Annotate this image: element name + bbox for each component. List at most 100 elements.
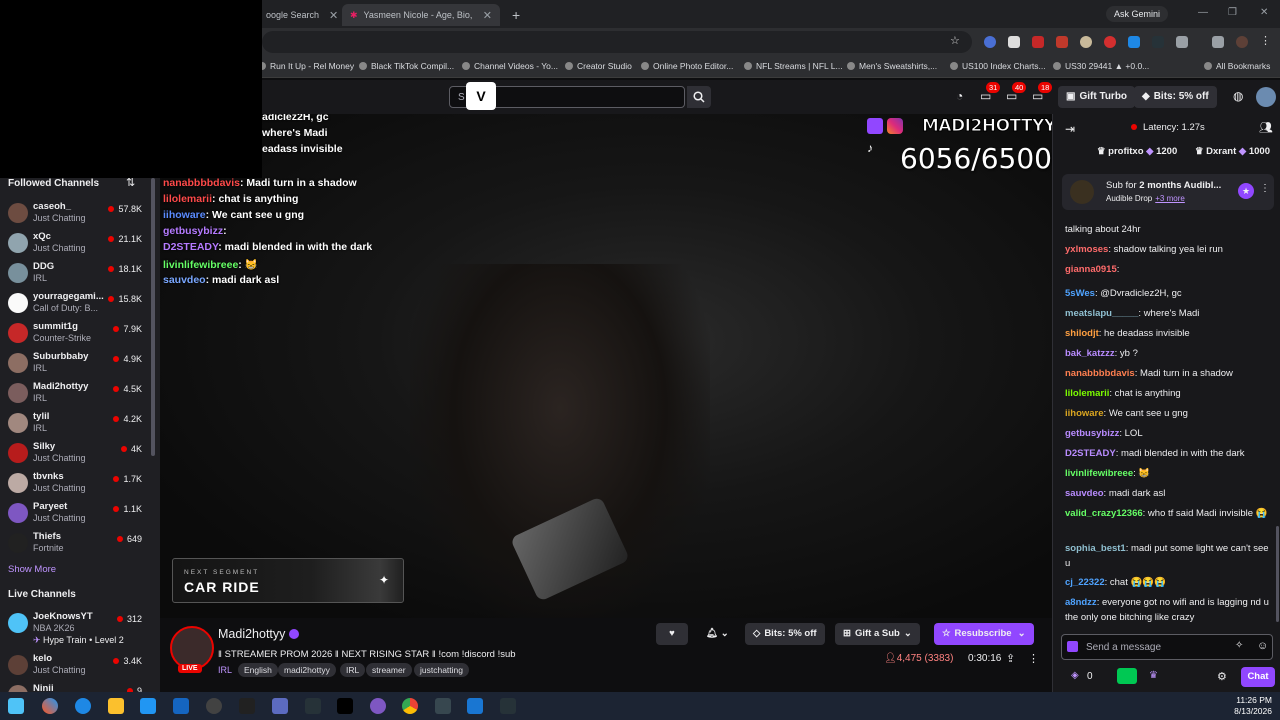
mail-icon[interactable] bbox=[173, 698, 189, 714]
chat-message[interactable]: sauvdeo: madi dark asl bbox=[1065, 486, 1275, 501]
store-icon[interactable] bbox=[140, 698, 156, 714]
chat-username[interactable]: valid_crazy12366 bbox=[1065, 508, 1143, 519]
sidebar-item-thiefs[interactable]: Thiefs Fortnite 649 bbox=[0, 528, 152, 558]
streamer-name[interactable]: Madi2hottyy bbox=[218, 627, 300, 641]
chrome-icon[interactable] bbox=[402, 698, 418, 714]
close-icon[interactable]: ✕ bbox=[329, 9, 338, 22]
sidebar-item-madi2hottyy[interactable]: Madi2hottyy IRL 4.5K bbox=[0, 378, 152, 408]
chat-username[interactable]: a8ndzz bbox=[1065, 597, 1097, 608]
edge-icon[interactable] bbox=[75, 698, 91, 714]
chat-message[interactable]: a8ndzz: everyone got no wifi and is lagg… bbox=[1065, 595, 1275, 625]
chat-username[interactable]: cj_22322 bbox=[1065, 577, 1105, 588]
tab-google-search[interactable]: oogle Search ✕ bbox=[258, 4, 340, 26]
chat-message[interactable]: nanabbbbdavis: Madi turn in a shadow bbox=[1065, 366, 1275, 381]
chat-message[interactable]: iihoware: We cant see u gng bbox=[1065, 406, 1275, 421]
bookmark-item[interactable]: Creator Studio bbox=[565, 61, 632, 71]
app-icon[interactable] bbox=[435, 698, 451, 714]
chat-username[interactable]: nanabbbbdavis bbox=[1065, 368, 1135, 379]
chat-message[interactable]: talking about 24hr bbox=[1065, 222, 1275, 237]
chat-message[interactable]: sophia_best1: madi put some light we can… bbox=[1065, 541, 1275, 571]
leaderboard-entry[interactable]: ♛ Dxrant ◆ 1000 bbox=[1195, 146, 1270, 157]
puzzle-icon[interactable] bbox=[1176, 36, 1188, 48]
menu-icon[interactable] bbox=[1212, 36, 1224, 48]
prime-loot-icon[interactable]: ◔ bbox=[956, 89, 963, 103]
notifications-icon[interactable]: ▭ 31 bbox=[980, 82, 1001, 103]
chat-username[interactable]: meatslapu_____ bbox=[1065, 308, 1138, 319]
chat-message[interactable]: bak_katzzz: yb ? bbox=[1065, 346, 1275, 361]
bits-button[interactable]: ◆ Bits: 5% off bbox=[1134, 86, 1217, 108]
chat-message[interactable]: livinlifewibreee: 😸 bbox=[1065, 466, 1275, 481]
chat-message[interactable]: meatslapu_____: where's Madi bbox=[1065, 306, 1275, 321]
epic-games-icon[interactable] bbox=[239, 698, 255, 714]
chat-username[interactable]: yxlmoses bbox=[1065, 244, 1108, 255]
chat-message[interactable]: valid_crazy12366: who tf said Madi invis… bbox=[1065, 506, 1275, 521]
system-clock[interactable]: 11:26 PM 8/13/2026 bbox=[1234, 695, 1272, 717]
chat-username[interactable]: livinlifewibreee bbox=[1065, 468, 1133, 479]
bookmark-item[interactable]: Online Photo Editor... bbox=[641, 61, 733, 71]
chat-username[interactable]: gianna0915 bbox=[1065, 264, 1117, 275]
leaderboard-entry[interactable]: ♛ profitxo ◆ 1200 bbox=[1097, 146, 1177, 157]
sidebar-item-silky[interactable]: Silky Just Chatting 4K bbox=[0, 438, 152, 468]
video-player[interactable]: adicIez2H, gc where's Madi eadass invisibl… bbox=[160, 114, 1052, 618]
copilot-icon[interactable] bbox=[42, 698, 58, 714]
sidebar-item-suburbbaby[interactable]: Suburbbaby IRL 4.9K bbox=[0, 348, 152, 378]
chat-message[interactable]: 5sWes: @Dvradiclez2H, gc bbox=[1065, 286, 1275, 301]
bookmark-item[interactable]: NFL Streams | NFL L... bbox=[744, 61, 843, 71]
audible-drop-card[interactable]: Sub for 2 months Audibl... Audible Drop +… bbox=[1062, 174, 1274, 210]
sidebar-item-caseoh-[interactable]: caseoh_ Just Chatting 57.8K bbox=[0, 198, 152, 228]
sidebar-item-kelo[interactable]: kelo Just Chatting 3.4K bbox=[0, 650, 152, 680]
chat-message[interactable]: D2STEADY: madi blended in with the dark bbox=[1065, 446, 1275, 461]
inbox-icon[interactable]: ▭ 40 bbox=[1006, 82, 1027, 103]
sidebar-item-joeknowsyt[interactable]: JoeKnowsYT NBA 2K26 312 ✈ Hype Train • Leve… bbox=[0, 608, 152, 648]
chat-message[interactable]: getbusybizz: LOL bbox=[1065, 426, 1275, 441]
stream-tag[interactable]: madi2hottyy bbox=[278, 663, 336, 677]
bookmark-item[interactable]: Run It Up - Rel Money bbox=[258, 61, 354, 71]
notification-bell-button[interactable]: 🔔︎ ⌄ bbox=[698, 623, 737, 645]
chat-send-button[interactable]: Chat bbox=[1241, 667, 1275, 687]
minimize-icon[interactable]: — bbox=[1198, 7, 1208, 18]
extension-icon[interactable] bbox=[1008, 36, 1020, 48]
tiktok-app-icon[interactable] bbox=[337, 698, 353, 714]
stream-tag[interactable]: IRL bbox=[340, 663, 366, 677]
user-avatar[interactable] bbox=[1256, 87, 1276, 107]
show-more-link[interactable]: Show More bbox=[8, 564, 56, 575]
chat-username[interactable]: shilodjt bbox=[1065, 328, 1099, 339]
bits-offer-button[interactable]: ◇ Bits: 5% off bbox=[745, 623, 825, 645]
chat-badge-icon[interactable] bbox=[1067, 641, 1078, 652]
extension-icon[interactable] bbox=[1032, 36, 1044, 48]
status-icon[interactable]: ◍ bbox=[1233, 89, 1243, 103]
bookmark-item[interactable]: US30 29441 ▲ +0.0... bbox=[1053, 61, 1149, 71]
close-icon[interactable]: ✕ bbox=[483, 9, 492, 22]
extension-icon[interactable] bbox=[1080, 36, 1092, 48]
restore-icon[interactable]: ❐ bbox=[1228, 7, 1237, 18]
users-icon[interactable]: 👥︎ bbox=[1259, 121, 1273, 134]
chat-username[interactable]: sophia_best1 bbox=[1065, 543, 1126, 554]
stream-tag[interactable]: justchatting bbox=[414, 663, 469, 677]
chat-message[interactable]: cj_22322: chat 😭😭😭 bbox=[1065, 575, 1275, 590]
app-icon[interactable] bbox=[370, 698, 386, 714]
kebab-menu-icon[interactable]: ⋮ bbox=[1260, 34, 1272, 47]
more-options-icon[interactable]: ⋮ bbox=[1028, 652, 1039, 665]
bookmark-item[interactable]: US100 Index Charts... bbox=[950, 61, 1046, 71]
chat-message[interactable]: shilodjt: he deadass invisible bbox=[1065, 326, 1275, 341]
file-explorer-icon[interactable] bbox=[108, 698, 124, 714]
gear-icon[interactable]: ⚙ bbox=[1217, 670, 1227, 683]
app-icon[interactable] bbox=[500, 698, 516, 714]
address-bar[interactable] bbox=[262, 31, 972, 53]
crown-icon[interactable]: ♛ bbox=[1149, 670, 1158, 681]
extension-icon[interactable] bbox=[1152, 36, 1164, 48]
stream-tag[interactable]: streamer bbox=[366, 663, 412, 677]
extension-icon[interactable] bbox=[1056, 36, 1068, 48]
stream-category[interactable]: IRL bbox=[218, 665, 232, 675]
chat-scrollbar[interactable] bbox=[1276, 526, 1279, 622]
sidebar-scrollbar[interactable] bbox=[151, 178, 155, 456]
extension-icon[interactable] bbox=[984, 36, 996, 48]
chat-username[interactable]: sauvdeo bbox=[1065, 488, 1104, 499]
extension-icon[interactable] bbox=[1104, 36, 1116, 48]
gift-turbo-button[interactable]: ▣ Gift Turbo bbox=[1058, 86, 1136, 108]
collapse-chat-icon[interactable]: ⇥ bbox=[1065, 122, 1075, 136]
more-link[interactable]: +3 more bbox=[1155, 194, 1185, 203]
sidebar-item-paryeet[interactable]: Paryeet Just Chatting 1.1K bbox=[0, 498, 152, 528]
chat-username[interactable]: bak_katzzz bbox=[1065, 348, 1115, 359]
bookmark-star-icon[interactable]: ☆ bbox=[950, 34, 962, 47]
